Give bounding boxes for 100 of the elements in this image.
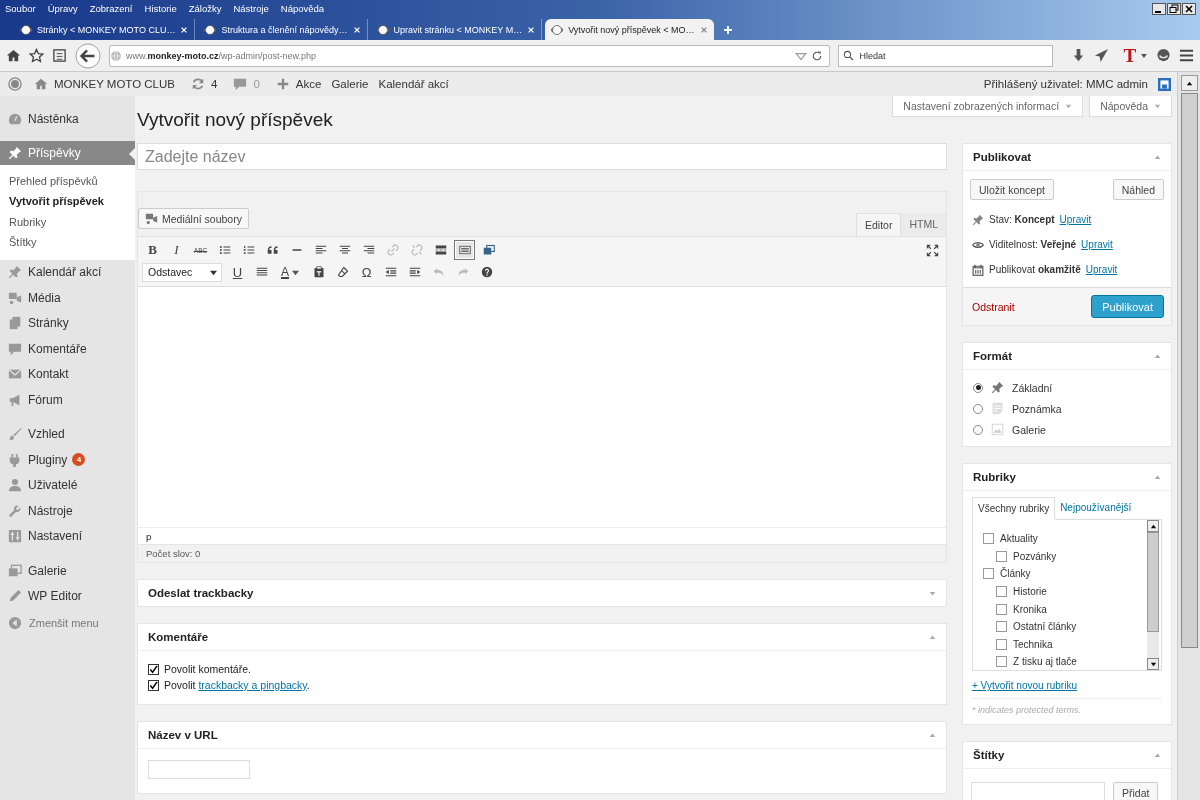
fullscreen-icon[interactable] bbox=[926, 243, 939, 257]
link[interactable]: trackbacky a pingbacky bbox=[198, 679, 307, 691]
checkbox[interactable] bbox=[983, 533, 994, 545]
search-field[interactable]: Hledat bbox=[838, 44, 1054, 67]
admin-bar-link[interactable]: Galerie bbox=[331, 78, 369, 90]
updates-count[interactable]: 4 bbox=[211, 78, 218, 90]
checkbox[interactable] bbox=[983, 568, 994, 580]
toggle-icon[interactable] bbox=[1154, 473, 1161, 481]
account-link[interactable]: Přihlášený uživatel: MMC admin bbox=[983, 78, 1148, 90]
title-field[interactable]: Zadejte název bbox=[137, 143, 947, 170]
new-item-link[interactable]: Akce bbox=[295, 78, 322, 90]
edit-link[interactable]: Upravit bbox=[1059, 214, 1092, 225]
toggle-icon[interactable] bbox=[929, 731, 936, 739]
toolbar-toggle-button[interactable] bbox=[454, 240, 475, 260]
edit-link[interactable]: Upravit bbox=[1081, 239, 1113, 250]
menu-item[interactable]: Nápověda bbox=[280, 3, 325, 14]
edit-link[interactable]: Upravit bbox=[1085, 264, 1118, 275]
checkbox[interactable] bbox=[996, 638, 1007, 650]
checkbox[interactable] bbox=[996, 550, 1007, 562]
checkbox[interactable] bbox=[148, 679, 159, 691]
logo-icon[interactable] bbox=[8, 77, 22, 91]
sidebar-item[interactable]: Média bbox=[0, 285, 135, 311]
restore-icon[interactable] bbox=[1167, 2, 1181, 15]
star-icon[interactable] bbox=[29, 48, 44, 63]
sidebar-item[interactable]: Nástěnka bbox=[0, 106, 135, 132]
address-bar[interactable]: www.monkey-moto.cz/wp-admin/post-new.php bbox=[109, 44, 831, 67]
sidebar-item[interactable]: Nástroje bbox=[0, 498, 135, 524]
minimize-icon[interactable] bbox=[1152, 2, 1166, 15]
addon-button[interactable]: T bbox=[1123, 44, 1137, 67]
sidebar-item[interactable]: Uživatelé bbox=[0, 472, 135, 498]
sidebar-item[interactable]: Kalendář akcí bbox=[0, 259, 135, 285]
italic-button[interactable]: I bbox=[166, 240, 187, 260]
editor-tab[interactable]: Editor bbox=[855, 213, 902, 236]
add-media-button[interactable]: Mediální soubory bbox=[138, 208, 249, 229]
menu-item[interactable]: Úpravy bbox=[47, 3, 78, 14]
slug-field[interactable] bbox=[148, 760, 250, 779]
screen-options-tab[interactable]: Nastavení zobrazených informací bbox=[892, 96, 1084, 117]
menu-item[interactable]: Záložky bbox=[188, 3, 222, 14]
plus-icon[interactable] bbox=[722, 25, 733, 35]
sidebar-item[interactable]: Nastavení bbox=[0, 523, 135, 549]
sidebar-item[interactable]: Kontakt bbox=[0, 361, 135, 387]
reload-icon[interactable] bbox=[811, 49, 824, 62]
toggle-icon[interactable] bbox=[929, 589, 936, 597]
toggle-icon[interactable] bbox=[1154, 153, 1161, 161]
bold-button[interactable]: B bbox=[142, 240, 163, 260]
submenu-item[interactable]: Štítky bbox=[0, 232, 135, 253]
back-icon[interactable] bbox=[75, 42, 101, 69]
underline-button[interactable]: U bbox=[227, 262, 248, 282]
chat-bubble-icon[interactable] bbox=[1156, 48, 1171, 63]
menu-icon[interactable] bbox=[1179, 48, 1194, 63]
editor-tab[interactable]: HTML bbox=[901, 213, 946, 235]
submenu-item[interactable]: Vytvořit příspěvek bbox=[0, 191, 135, 212]
add-tag-button[interactable]: Přidat bbox=[1113, 782, 1159, 800]
sidebar-item[interactable]: Stránky bbox=[0, 310, 135, 336]
menu-item[interactable]: Soubor bbox=[5, 3, 36, 14]
menu-item[interactable]: Zobrazení bbox=[89, 3, 133, 14]
add-category-link[interactable]: + Vytvořit novou rubriku bbox=[972, 680, 1077, 691]
category-tab[interactable]: Všechny rubriky bbox=[972, 497, 1056, 520]
category-tab[interactable]: Nejpoužívanější bbox=[1055, 497, 1137, 518]
checkbox[interactable] bbox=[148, 663, 159, 675]
scroll-bar[interactable] bbox=[1177, 72, 1200, 800]
toggle-icon[interactable] bbox=[1154, 352, 1161, 360]
menu-item[interactable]: Historie bbox=[144, 3, 177, 14]
preview-button[interactable]: Náhled bbox=[1112, 179, 1164, 200]
home-icon[interactable] bbox=[6, 48, 21, 63]
sidebar-item[interactable]: Komentáře bbox=[0, 336, 135, 362]
sidebar-item[interactable]: Galerie bbox=[0, 558, 135, 584]
reading-list-icon[interactable] bbox=[52, 48, 67, 63]
tag-field[interactable] bbox=[971, 782, 1105, 800]
paper-plane-icon[interactable] bbox=[1094, 48, 1110, 63]
checkbox[interactable] bbox=[996, 621, 1007, 633]
format-select[interactable]: Odstavec bbox=[142, 262, 222, 282]
close-icon[interactable] bbox=[1182, 2, 1196, 15]
up-arrow-icon[interactable] bbox=[1149, 522, 1157, 530]
save-draft-button[interactable]: Uložit koncept bbox=[970, 179, 1054, 200]
toggle-icon[interactable] bbox=[1154, 751, 1161, 759]
up-arrow-icon[interactable] bbox=[1185, 79, 1193, 87]
admin-bar-link[interactable]: Kalendář akcí bbox=[378, 78, 449, 90]
special-character-button[interactable]: Ω bbox=[356, 262, 377, 282]
screen-options-tab[interactable]: Nápověda bbox=[1089, 96, 1172, 117]
checkbox[interactable] bbox=[996, 603, 1007, 615]
submenu-item[interactable]: Přehled příspěvků bbox=[0, 170, 135, 191]
toggle-icon[interactable] bbox=[929, 633, 936, 641]
checkbox[interactable] bbox=[996, 656, 1007, 668]
site-name-link[interactable]: MONKEY MOTO CLUB bbox=[54, 78, 175, 90]
sidebar-item[interactable]: Fórum bbox=[0, 387, 135, 413]
sidebar-item[interactable]: Pluginy 4 bbox=[0, 447, 135, 473]
sidebar-item[interactable]: Vzhled bbox=[0, 421, 135, 447]
scroll-bar[interactable] bbox=[1147, 520, 1159, 670]
browser-tab[interactable]: Vytvořit nový příspěvek < MO… bbox=[545, 19, 714, 40]
sidebar-item[interactable]: WP Editor bbox=[0, 583, 135, 609]
caret-icon[interactable] bbox=[1140, 51, 1148, 60]
avatar-icon[interactable] bbox=[1158, 77, 1171, 91]
checkbox[interactable] bbox=[996, 586, 1007, 598]
text-color-button[interactable]: A bbox=[275, 262, 305, 282]
collapse-menu-link[interactable]: Zmenšit menu bbox=[29, 617, 99, 629]
down-arrow-icon[interactable] bbox=[1149, 660, 1157, 668]
menu-item[interactable]: Nástroje bbox=[233, 3, 269, 14]
submenu-item[interactable]: Rubriky bbox=[0, 211, 135, 232]
delete-link[interactable]: Odstranit bbox=[972, 300, 1015, 313]
